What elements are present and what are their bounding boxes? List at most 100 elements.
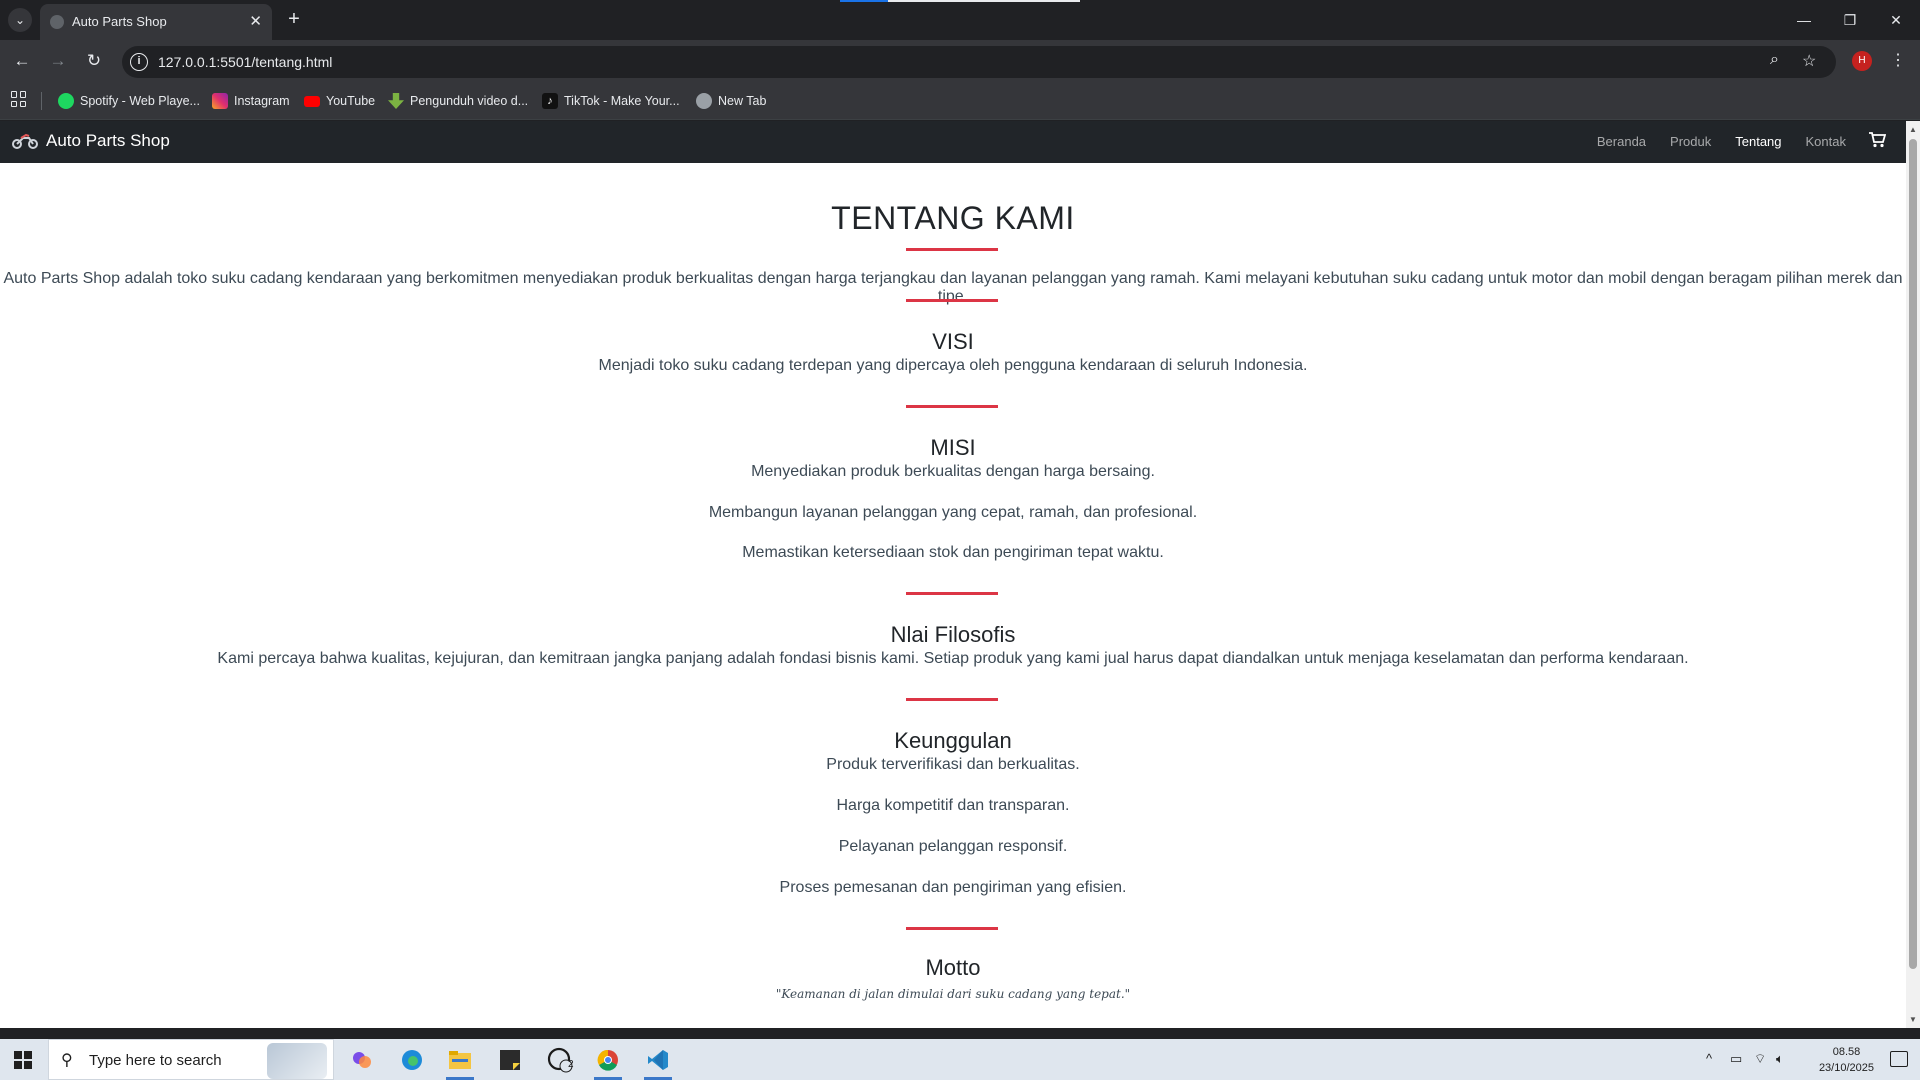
sticky-notes-icon[interactable] bbox=[492, 1045, 528, 1075]
browser-menu-icon[interactable]: ⋮ bbox=[1890, 50, 1906, 70]
vscode-icon[interactable] bbox=[640, 1045, 676, 1080]
tiktok-icon: ♪ bbox=[542, 93, 558, 109]
profile-avatar[interactable]: H bbox=[1852, 51, 1872, 71]
filosofi-text: Kami percaya bahwa kualitas, kejujuran, … bbox=[217, 650, 1689, 667]
visi-heading: VISI bbox=[932, 329, 974, 354]
notification-center-icon[interactable] bbox=[1890, 1051, 1908, 1067]
misi-item: Memastikan ketersediaan stok dan pengiri… bbox=[742, 544, 1164, 561]
bookmark-label: TikTok - Make Your... bbox=[564, 94, 680, 108]
wifi-icon[interactable]: ⌔ bbox=[1754, 1051, 1766, 1067]
youtube-icon bbox=[304, 95, 320, 107]
search-highlight-image bbox=[267, 1043, 327, 1079]
spotify-icon bbox=[58, 93, 74, 109]
title-divider bbox=[906, 248, 998, 251]
bookmark-instagram[interactable]: Instagram bbox=[212, 91, 290, 111]
filosofi-heading: Nlai Filosofis bbox=[890, 622, 1016, 647]
bookmark-video-downloader[interactable]: Pengunduh video d... bbox=[388, 91, 528, 111]
section-divider bbox=[906, 299, 998, 302]
volume-icon[interactable]: 🔈︎ bbox=[1776, 1051, 1784, 1067]
globe-icon bbox=[696, 93, 712, 109]
site-navbar: Auto Parts Shop Beranda Produk Tentang K… bbox=[0, 121, 1906, 163]
bookmarks-separator bbox=[41, 92, 42, 110]
system-clock[interactable]: 08.58 23/10/2025 bbox=[1819, 1044, 1874, 1076]
motto-heading: Motto bbox=[925, 955, 981, 980]
address-bar[interactable]: i 127.0.0.1:5501/tentang.html ⌕ ☆ bbox=[122, 46, 1836, 78]
nav-link-kontak[interactable]: Kontak bbox=[1806, 134, 1846, 149]
web-page: Auto Parts Shop Beranda Produk Tentang K… bbox=[0, 121, 1906, 1028]
bookmark-tiktok[interactable]: ♪ TikTok - Make Your... bbox=[542, 91, 680, 111]
windows-taskbar: ⚲ Type here to search 2 ^ ▭ ⌔ 🔈︎ 08.58 2… bbox=[0, 1039, 1920, 1080]
tab-search-chevron-icon[interactable]: ⌄ bbox=[8, 8, 32, 32]
misi-heading: MISI bbox=[930, 435, 976, 460]
clock-date: 23/10/2025 bbox=[1818, 1062, 1874, 1074]
url-text[interactable]: 127.0.0.1:5501/tentang.html bbox=[158, 54, 332, 70]
bookmark-label: Spotify - Web Playe... bbox=[80, 94, 200, 108]
nav-link-produk[interactable]: Produk bbox=[1670, 134, 1711, 149]
search-icon: ⚲ bbox=[61, 1052, 73, 1069]
tray-overflow-chevron-icon[interactable]: ^ bbox=[1706, 1051, 1712, 1066]
nav-link-tentang[interactable]: Tentang bbox=[1735, 134, 1781, 149]
keunggulan-item: Pelayanan pelanggan responsif. bbox=[838, 838, 1068, 855]
browser-bottom-edge bbox=[0, 1028, 1920, 1039]
copilot-icon[interactable] bbox=[344, 1045, 380, 1075]
brand[interactable]: Auto Parts Shop bbox=[12, 131, 170, 151]
section-divider bbox=[906, 592, 998, 595]
tab-loading-bar-accent bbox=[840, 0, 888, 2]
page-title: TENTANG KAMI bbox=[831, 200, 1075, 236]
section-divider bbox=[906, 698, 998, 701]
bookmarks-bar: Spotify - Web Playe... Instagram YouTube… bbox=[0, 82, 1920, 120]
whatsapp-badge: 2 bbox=[568, 1059, 574, 1070]
scroll-thumb[interactable] bbox=[1909, 139, 1917, 969]
file-explorer-icon[interactable] bbox=[442, 1045, 478, 1080]
chrome-icon[interactable] bbox=[590, 1045, 626, 1080]
taskbar-search[interactable]: ⚲ Type here to search bbox=[48, 1039, 334, 1080]
bookmark-label: Instagram bbox=[234, 94, 290, 108]
misi-item: Menyediakan produk berkualitas dengan ha… bbox=[751, 463, 1155, 480]
bookmark-label: New Tab bbox=[718, 94, 767, 108]
bookmark-spotify[interactable]: Spotify - Web Playe... bbox=[58, 91, 200, 111]
keunggulan-heading: Keunggulan bbox=[894, 728, 1012, 753]
page-scrollbar[interactable]: ▲ ▼ bbox=[1906, 121, 1920, 1028]
tab-title: Auto Parts Shop bbox=[72, 14, 167, 29]
keunggulan-item: Harga kompetitif dan transparan. bbox=[836, 797, 1070, 814]
bookmark-new-tab[interactable]: New Tab bbox=[696, 91, 766, 111]
tab-favicon-icon bbox=[50, 15, 64, 29]
new-tab-plus-icon[interactable]: + bbox=[282, 8, 306, 32]
browser-toolbar: ← → ↻ i 127.0.0.1:5501/tentang.html ⌕ ☆ … bbox=[0, 40, 1920, 82]
clock-time: 08.58 bbox=[1832, 1046, 1861, 1058]
misi-item: Membangun layanan pelanggan yang cepat, … bbox=[708, 504, 1198, 521]
whatsapp-icon[interactable]: 2 bbox=[542, 1045, 578, 1075]
back-arrow-icon[interactable]: ← bbox=[10, 49, 34, 73]
minimize-icon[interactable]: — bbox=[1792, 8, 1816, 32]
zoom-icon[interactable]: ⌕ bbox=[1770, 51, 1779, 69]
scroll-up-arrow-icon[interactable]: ▲ bbox=[1909, 125, 1917, 134]
bookmark-star-icon[interactable]: ☆ bbox=[1802, 51, 1816, 71]
scroll-down-arrow-icon[interactable]: ▼ bbox=[1909, 1015, 1917, 1024]
forward-arrow-icon[interactable]: → bbox=[46, 49, 70, 73]
cart-icon[interactable] bbox=[1868, 132, 1886, 148]
apps-grid-icon[interactable] bbox=[11, 91, 27, 107]
battery-icon[interactable]: ▭ bbox=[1730, 1051, 1742, 1067]
visi-text: Menjadi toko suku cadang terdepan yang d… bbox=[598, 357, 1308, 374]
bookmark-label: YouTube bbox=[326, 94, 376, 108]
keunggulan-item: Proses pemesanan dan pengiriman yang efi… bbox=[779, 879, 1127, 896]
restore-icon[interactable]: ❐ bbox=[1838, 8, 1862, 32]
browser-tab-strip: ⌄ Auto Parts Shop ✕ + — ❐ ✕ bbox=[0, 0, 1920, 40]
site-info-icon[interactable]: i bbox=[130, 53, 148, 71]
motorcycle-logo-icon bbox=[12, 133, 38, 149]
bookmark-label: Pengunduh video d... bbox=[410, 94, 529, 108]
instagram-icon bbox=[212, 93, 228, 109]
section-divider bbox=[906, 405, 998, 408]
close-window-icon[interactable]: ✕ bbox=[1884, 8, 1908, 32]
edge-icon[interactable] bbox=[394, 1045, 430, 1075]
brand-name: Auto Parts Shop bbox=[46, 131, 170, 150]
browser-tab[interactable]: Auto Parts Shop ✕ bbox=[40, 4, 272, 40]
search-placeholder: Type here to search bbox=[89, 1052, 222, 1069]
windows-start-icon[interactable] bbox=[14, 1051, 32, 1069]
tab-close-icon[interactable]: ✕ bbox=[249, 12, 262, 30]
reload-icon[interactable]: ↻ bbox=[82, 49, 106, 73]
nav-link-beranda[interactable]: Beranda bbox=[1597, 134, 1646, 149]
download-icon bbox=[388, 93, 404, 109]
bookmark-youtube[interactable]: YouTube bbox=[304, 91, 375, 111]
keunggulan-item: Produk terverifikasi dan berkualitas. bbox=[826, 756, 1080, 773]
